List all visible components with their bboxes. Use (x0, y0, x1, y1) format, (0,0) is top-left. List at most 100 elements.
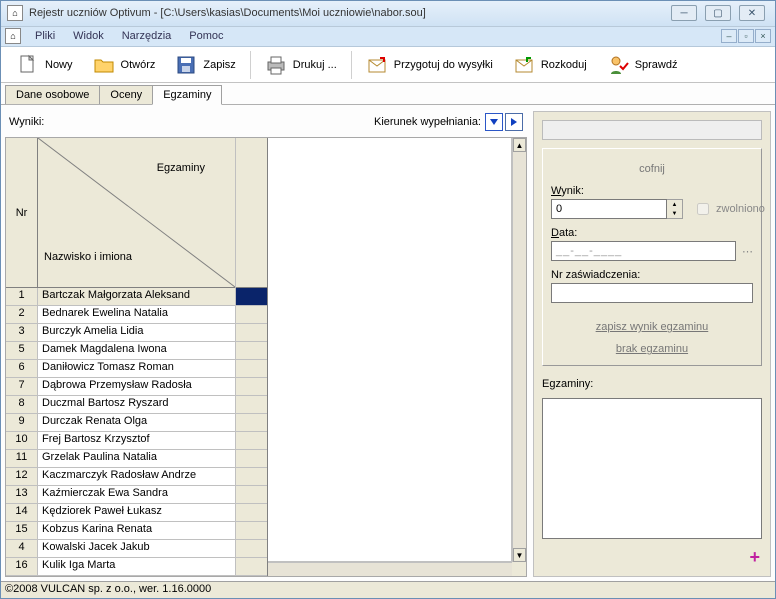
table-row[interactable]: 5Damek Magdalena Iwona (6, 342, 235, 360)
data-cell[interactable] (236, 360, 267, 378)
row-nr: 1 (6, 288, 38, 305)
vertical-scrollbar[interactable]: ▲ ▼ (512, 138, 526, 562)
brak-egzaminu-link[interactable]: brak egzaminu (551, 343, 753, 355)
table-row[interactable]: 12Kaczmarczyk Radosław Andrze (6, 468, 235, 486)
scroll-up-icon[interactable]: ▲ (513, 138, 526, 152)
toolbar-separator (351, 51, 352, 79)
new-file-icon (17, 54, 39, 76)
mdi-minimize[interactable]: – (721, 29, 737, 43)
maximize-button[interactable]: ▢ (705, 5, 731, 21)
rozkoduj-label: Rozkoduj (541, 59, 587, 71)
table-row[interactable]: 7Dąbrowa Przemysław Radosła (6, 378, 235, 396)
zapisz-wynik-link[interactable]: zapisz wynik egzaminu (551, 321, 753, 333)
horizontal-scrollbar[interactable] (268, 562, 512, 576)
wynik-spinner[interactable]: ▲▼ (667, 199, 683, 219)
scroll-down-icon[interactable]: ▼ (513, 548, 526, 562)
data-cell[interactable] (236, 468, 267, 486)
table-row[interactable]: 8Duczmal Bartosz Ryszard (6, 396, 235, 414)
data-cell[interactable] (236, 324, 267, 342)
data-input[interactable]: __-__-____ (551, 241, 736, 261)
mdi-close[interactable]: × (755, 29, 771, 43)
data-cell[interactable] (236, 306, 267, 324)
table-row[interactable]: 10Frej Bartosz Krzysztof (6, 432, 235, 450)
close-button[interactable]: ✕ (739, 5, 765, 21)
data-cell[interactable] (236, 486, 267, 504)
drukuj-label: Drukuj ... (293, 59, 337, 71)
menu-widok[interactable]: Widok (65, 28, 112, 44)
envelope-in-icon (513, 54, 535, 76)
col-header-diagonal[interactable]: Egzaminy Nazwisko i imiona (38, 138, 235, 287)
row-nr: 4 (6, 540, 38, 557)
drukuj-button[interactable]: Drukuj ... (257, 50, 345, 80)
titlebar: ⌂ Rejestr uczniów Optivum - [C:\Users\ka… (1, 1, 775, 27)
envelope-out-icon (366, 54, 388, 76)
right-panel: cofnij Wynik: ▲▼ zwolniono Data: (533, 111, 771, 577)
cofnij-link[interactable]: cofnij (551, 163, 753, 175)
nr-zaswiadczenia-input[interactable] (551, 283, 753, 303)
minimize-button[interactable]: ─ (671, 5, 697, 21)
table-row[interactable]: 3Burczyk Amelia Lidia (6, 324, 235, 342)
data-cell[interactable] (236, 288, 267, 306)
rozkoduj-button[interactable]: Rozkoduj (505, 50, 595, 80)
table-row[interactable]: 14Kędziorek Paweł Łukasz (6, 504, 235, 522)
direction-right-button[interactable] (505, 113, 523, 131)
nowy-button[interactable]: Nowy (9, 50, 81, 80)
data-cell[interactable] (236, 450, 267, 468)
date-picker-button[interactable]: ⋯ (742, 245, 753, 258)
menu-pomoc[interactable]: Pomoc (181, 28, 231, 44)
otworz-button[interactable]: Otwórz (85, 50, 164, 80)
table-row[interactable]: 2Bednarek Ewelina Natalia (6, 306, 235, 324)
tab-oceny[interactable]: Oceny (99, 85, 153, 104)
mdi-restore[interactable]: ▫ (738, 29, 754, 43)
table-row[interactable]: 4Kowalski Jacek Jakub (6, 540, 235, 558)
statusbar: ©2008 VULCAN sp. z o.o., wer. 1.16.0000 (1, 581, 775, 598)
table-row[interactable]: 13Kaźmierczak Ewa Sandra (6, 486, 235, 504)
doc-icon: ⌂ (5, 28, 21, 44)
wynik-input[interactable] (551, 199, 667, 219)
data-column (236, 138, 268, 576)
data-label: Data: (551, 227, 753, 239)
zwolniono-checkbox[interactable]: zwolniono (693, 200, 765, 218)
table-row[interactable]: 11Grzelak Paulina Natalia (6, 450, 235, 468)
app-window: ⌂ Rejestr uczniów Optivum - [C:\Users\ka… (0, 0, 776, 599)
menu-narzedzia[interactable]: Narzędzia (114, 28, 180, 44)
data-cell[interactable] (236, 396, 267, 414)
egzaminy-listbox[interactable] (542, 398, 762, 539)
data-cell[interactable] (236, 522, 267, 540)
egzaminy-label: Egzaminy: (542, 378, 762, 390)
row-name: Damek Magdalena Iwona (38, 342, 235, 359)
row-name: Kobzus Karina Renata (38, 522, 235, 539)
data-cell[interactable] (236, 378, 267, 396)
data-cell[interactable] (236, 504, 267, 522)
table-row[interactable]: 9Durczak Renata Olga (6, 414, 235, 432)
sprawdz-button[interactable]: Sprawdź (599, 50, 686, 80)
add-exam-button[interactable]: + (542, 547, 762, 568)
data-cell[interactable] (236, 414, 267, 432)
direction-down-button[interactable] (485, 113, 503, 131)
right-header-box (542, 120, 762, 140)
data-cell[interactable] (236, 342, 267, 360)
table-row[interactable]: 15Kobzus Karina Renata (6, 522, 235, 540)
data-cell[interactable] (236, 558, 267, 576)
tab-egzaminy[interactable]: Egzaminy (152, 85, 222, 105)
zapisz-button[interactable]: Zapisz (167, 50, 243, 80)
data-cell[interactable] (236, 432, 267, 450)
col-header-nr[interactable]: Nr (6, 138, 38, 287)
table-row[interactable]: 1Bartczak Małgorzata Aleksand (6, 288, 235, 306)
data-cell[interactable] (236, 540, 267, 558)
row-name: Kaczmarczyk Radosław Andrze (38, 468, 235, 485)
table-row[interactable]: 16Kulik Iga Marta (6, 558, 235, 576)
row-name: Dąbrowa Przemysław Radosła (38, 378, 235, 395)
kierunek-label: Kierunek wypełniania: (374, 116, 481, 128)
col-header-egzaminy: Egzaminy (157, 162, 205, 174)
app-icon: ⌂ (7, 5, 23, 21)
row-nr: 7 (6, 378, 38, 395)
wyniki-label: Wyniki: (9, 116, 44, 128)
row-name: Grzelak Paulina Natalia (38, 450, 235, 467)
nr-zaswiadczenia-label: Nr zaświadczenia: (551, 269, 753, 281)
menu-pliki[interactable]: Pliki (27, 28, 63, 44)
table-row[interactable]: 6Daniłowicz Tomasz Roman (6, 360, 235, 378)
row-nr: 2 (6, 306, 38, 323)
przygotuj-button[interactable]: Przygotuj do wysyłki (358, 50, 501, 80)
tab-dane-osobowe[interactable]: Dane osobowe (5, 85, 100, 104)
